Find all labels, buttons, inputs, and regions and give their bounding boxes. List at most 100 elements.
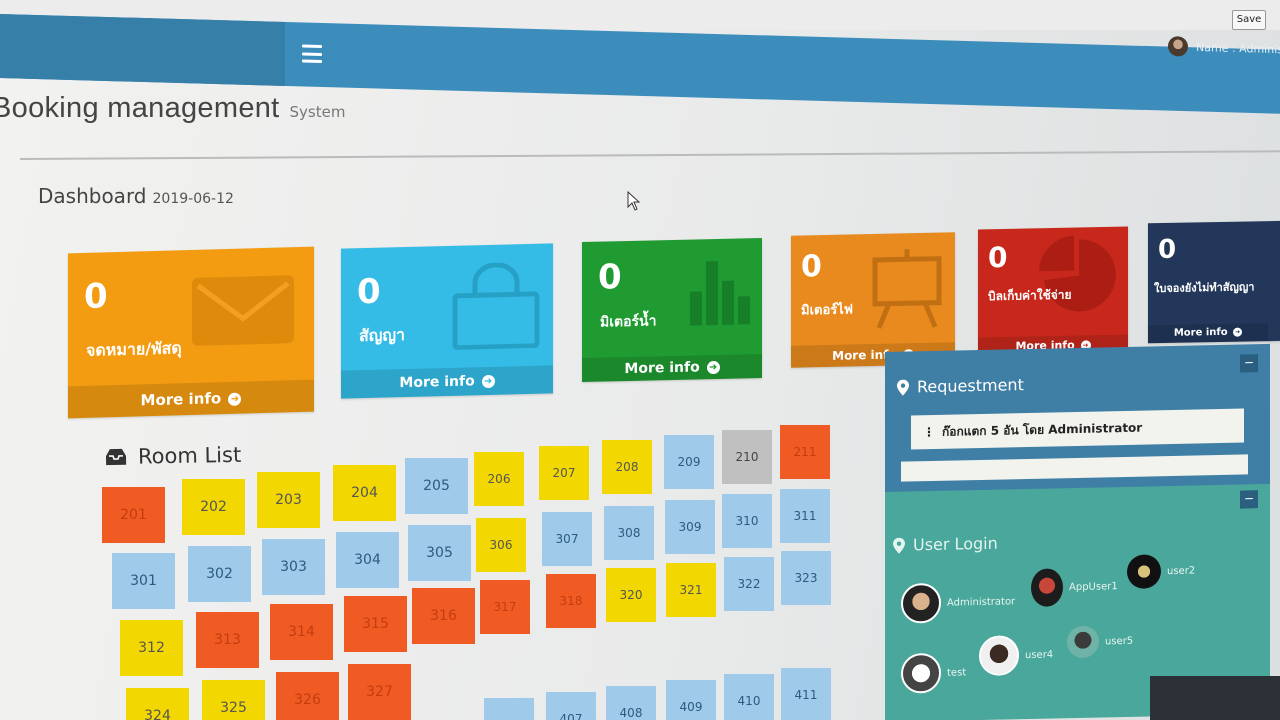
stat-mail-value: 0 <box>84 276 108 317</box>
room-313[interactable]: 313 <box>196 612 259 668</box>
login-user-user2[interactable]: user2 <box>1127 554 1195 589</box>
dashboard-date: 2019-06-12 <box>152 191 234 207</box>
stat-electric-label: มิเตอร์ไฟ <box>801 302 853 319</box>
room-204[interactable]: 204 <box>333 465 396 521</box>
room-327[interactable]: 327 <box>348 664 411 720</box>
room-326[interactable]: 326 <box>276 672 339 720</box>
room-318[interactable]: 318 <box>546 574 596 628</box>
room-301[interactable]: 301 <box>112 553 175 609</box>
room-316[interactable]: 316 <box>412 588 475 644</box>
stat-water-more-info[interactable]: More info ➜ <box>582 353 762 383</box>
stat-bill-value: 0 <box>988 240 1008 275</box>
user-avatar <box>1127 554 1161 589</box>
room-306[interactable]: 306 <box>476 518 526 572</box>
stat-contract-label: สัญญา <box>359 325 406 346</box>
room-323[interactable]: 323 <box>781 551 831 605</box>
login-user-user4[interactable]: user4 <box>979 634 1053 677</box>
room-305[interactable]: 305 <box>408 525 471 581</box>
user-avatar <box>1168 36 1188 57</box>
room-311[interactable]: 311 <box>780 489 830 543</box>
dashboard-heading: Dashboard 2019-06-12 <box>38 184 234 208</box>
login-user-appuser1[interactable]: AppUser1 <box>1031 567 1118 607</box>
room-312[interactable]: 312 <box>120 620 183 676</box>
login-box-title: User Login <box>913 533 998 555</box>
room-203[interactable]: 203 <box>257 472 320 528</box>
room-302[interactable]: 302 <box>188 546 251 602</box>
stat-contract-more-info[interactable]: More info ➜ <box>341 365 553 399</box>
mouse-cursor-icon <box>627 191 641 211</box>
request-item-text: ก๊อกแตก 5 อัน โดย Administrator <box>942 420 1143 439</box>
user-avatar <box>1031 568 1063 607</box>
stat-booking-label: ใบจองยังไม่ทำสัญญา <box>1154 280 1255 296</box>
room-411[interactable]: 411 <box>781 668 831 720</box>
room-202[interactable]: 202 <box>182 479 245 535</box>
room-304[interactable]: 304 <box>336 532 399 588</box>
arrow-circle-right-icon: ➜ <box>481 374 495 389</box>
room-206[interactable]: 206 <box>474 452 524 506</box>
stat-box-electric: 0 มิเตอร์ไฟ More info ➜ <box>791 232 955 368</box>
user-avatar <box>901 652 941 694</box>
shopping-bag-icon <box>452 262 540 350</box>
stat-box-mail: 0 จดหมาย/พัสดุ More info ➜ <box>68 246 314 419</box>
taskbar-corner <box>1150 676 1280 720</box>
hamburger-menu-icon[interactable] <box>302 44 322 63</box>
more-info-label: More info <box>1173 326 1228 339</box>
page-header: Booking management System <box>0 92 345 125</box>
room-324[interactable]: 324 <box>126 688 189 720</box>
room-310[interactable]: 310 <box>722 494 772 548</box>
room-407[interactable]: 407 <box>546 692 596 720</box>
login-user-user5[interactable]: user5 <box>1067 625 1134 659</box>
more-info-label: More info <box>624 359 700 378</box>
collapse-request-button[interactable]: − <box>1240 354 1258 373</box>
request-box-title: Requestment <box>917 375 1024 397</box>
room-317[interactable]: 317 <box>480 580 530 634</box>
room-408[interactable]: 408 <box>606 686 656 720</box>
user-menu[interactable]: Name : Administrat <box>1168 36 1280 60</box>
room-211[interactable]: 211 <box>780 425 830 479</box>
collapse-login-button[interactable]: − <box>1240 490 1258 509</box>
stat-booking-more-info[interactable]: More info ➜ <box>1148 323 1268 344</box>
login-user-test[interactable]: test <box>901 652 967 694</box>
room-409[interactable]: 409 <box>666 680 716 720</box>
login-user-name: AppUser1 <box>1069 580 1118 593</box>
room-205[interactable]: 205 <box>405 458 468 514</box>
room-307[interactable]: 307 <box>542 512 592 566</box>
user-name-label: Name : Administrat <box>1196 40 1280 57</box>
room-325[interactable]: 325 <box>202 680 265 720</box>
room-207[interactable]: 207 <box>539 446 589 500</box>
room-209[interactable]: 209 <box>664 435 714 489</box>
stat-water-label: มิเตอร์น้ำ <box>600 313 657 331</box>
room-210[interactable]: 210 <box>722 430 772 484</box>
save-button[interactable]: Save <box>1232 10 1266 30</box>
request-list-item[interactable]: ⋮ ก๊อกแตก 5 อัน โดย Administrator <box>911 408 1244 450</box>
room-309[interactable]: 309 <box>665 500 715 554</box>
login-box-header: User Login <box>893 534 998 555</box>
login-user-name: test <box>947 666 967 679</box>
stat-box-contract: 0 สัญญา More info ➜ <box>341 243 553 399</box>
room-321[interactable]: 321 <box>666 563 716 617</box>
room-406[interactable]: 406 <box>484 698 534 720</box>
login-user-name: user5 <box>1105 635 1134 647</box>
user-avatar <box>1067 625 1099 659</box>
room-208[interactable]: 208 <box>602 440 652 494</box>
room-201[interactable]: 201 <box>102 487 165 543</box>
request-input[interactable] <box>901 454 1248 482</box>
room-322[interactable]: 322 <box>724 557 774 611</box>
room-314[interactable]: 314 <box>270 604 333 660</box>
navbar-logo-area <box>0 14 285 86</box>
stat-mail-more-info[interactable]: More info ➜ <box>68 379 314 419</box>
request-box-header: Requestment <box>897 375 1024 397</box>
stat-mail-label: จดหมาย/พัสดุ <box>86 338 182 360</box>
room-320[interactable]: 320 <box>606 568 656 622</box>
room-308[interactable]: 308 <box>604 506 654 560</box>
drag-handle-icon[interactable]: ⋮ <box>923 425 934 439</box>
stat-electric-value: 0 <box>801 249 822 285</box>
room-315[interactable]: 315 <box>344 596 407 652</box>
room-410[interactable]: 410 <box>724 674 774 720</box>
stat-contract-value: 0 <box>357 271 381 313</box>
more-info-label: More info <box>399 373 475 392</box>
stat-box-bill: 0 บิลเก็บค่าใช้จ่าย More info ➜ <box>978 226 1128 358</box>
login-user-administrator[interactable]: Administrator <box>901 581 1015 624</box>
header-divider <box>19 150 1280 160</box>
room-303[interactable]: 303 <box>262 539 325 595</box>
